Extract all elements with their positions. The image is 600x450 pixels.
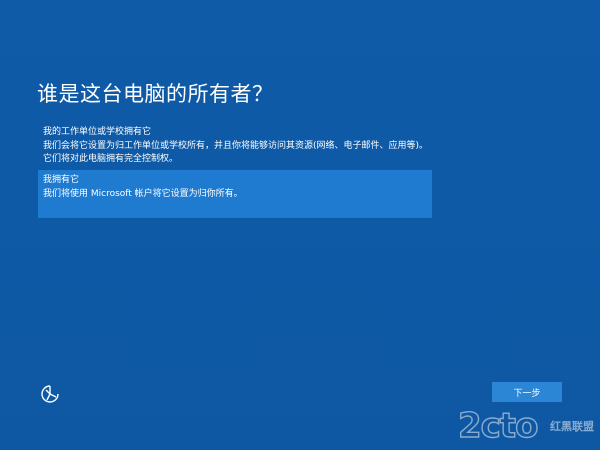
option-i-own-it[interactable]: 我拥有它 我们将使用 Microsoft 帐户将它设置为归你所有。 [38,170,432,218]
oobe-screen: 谁是这台电脑的所有者？ 我的工作单位或学校拥有它 我们会将它设置为归工作单位或学… [0,0,600,450]
ease-of-access-glyph [41,385,59,403]
option-work-description-line2: 它们将对此电脑拥有完全控制权。 [43,154,179,164]
watermark-logo: 2cto [457,405,539,446]
option-own-heading: 我拥有它 [43,175,80,185]
option-work-heading: 我的工作单位或学校拥有它 [43,127,152,137]
watermark: 2cto 红黑联盟 [457,405,598,446]
next-button[interactable]: 下一步 [492,382,562,402]
watermark-subtext: 红黑联盟 [550,420,594,433]
option-work-description-line1: 我们会将它设置为归工作单位或学校所有，并且你将能够访问其资源(网络、电子邮件、应… [43,140,429,151]
page-title: 谁是这台电脑的所有者？ [37,82,274,106]
option-own-description: 我们将使用 Microsoft 帐户将它设置为归你所有。 [43,188,243,199]
option-work-or-school[interactable]: 我的工作单位或学校拥有它 我们会将它设置为归工作单位或学校所有，并且你将能够访问… [38,124,432,168]
ease-of-access-icon[interactable] [40,384,60,404]
